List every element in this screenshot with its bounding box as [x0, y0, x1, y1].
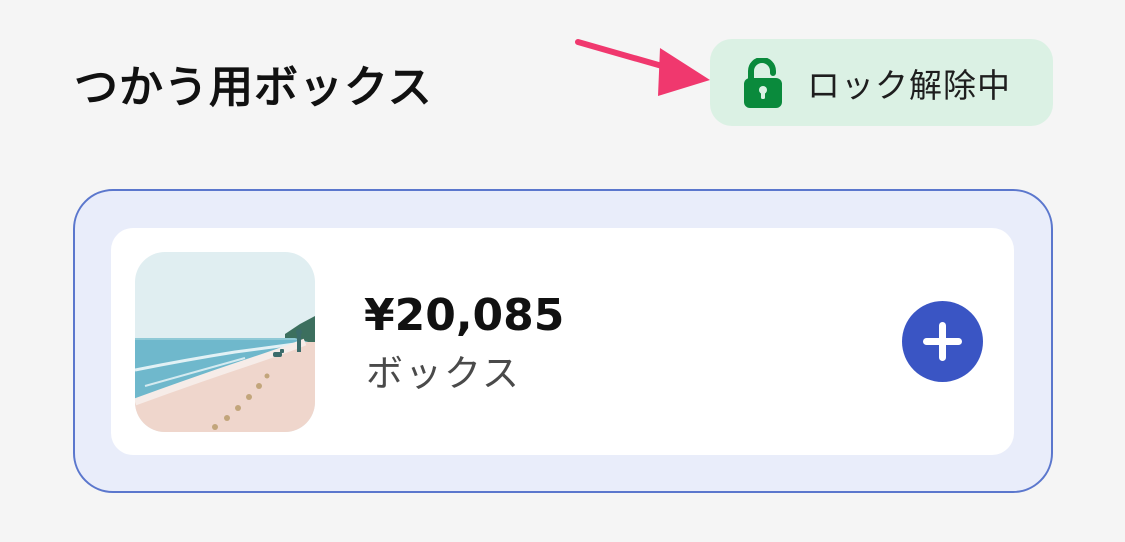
page-title: つかう用ボックス [74, 62, 433, 113]
add-money-button[interactable] [902, 301, 983, 382]
plus-icon [923, 322, 962, 361]
pointer-arrow-icon [575, 39, 710, 96]
beach-scene-image [135, 252, 315, 432]
lock-status-badge[interactable]: ロック解除中 [710, 39, 1053, 126]
box-amount: ¥20,085 [364, 290, 565, 341]
box-thumbnail [135, 252, 315, 432]
lock-status-label: ロック解除中 [807, 65, 1011, 105]
unlocked-padlock-icon [744, 57, 782, 108]
box-name: ボックス [366, 352, 521, 395]
